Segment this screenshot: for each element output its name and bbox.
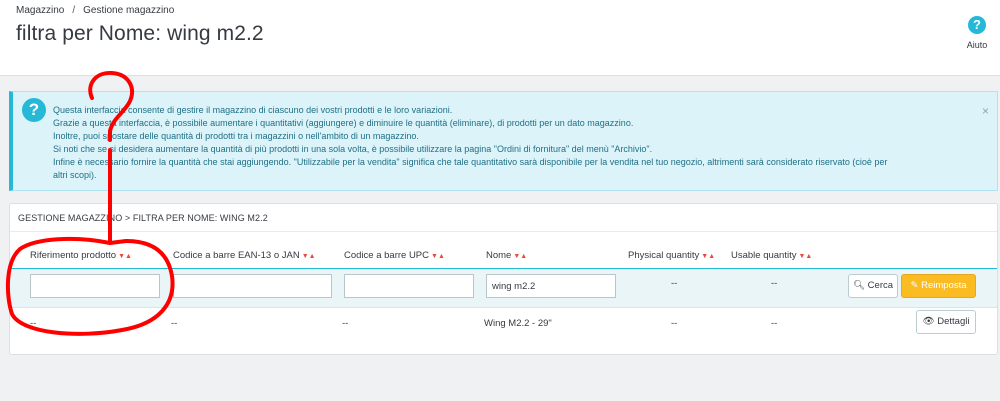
sort-arrows-icon[interactable]: ▼▲ [513, 253, 527, 260]
filter-physical-value: -- [671, 278, 678, 289]
column-header-ean13[interactable]: Codice a barre EAN-13 o JAN ▼▲ [173, 250, 316, 261]
eraser-icon: ✎ [910, 280, 919, 291]
info-line: Questa interfaccia consente di gestire i… [53, 105, 453, 115]
filter-upc-input[interactable] [344, 274, 474, 298]
sort-arrows-icon[interactable]: ▼▲ [118, 253, 132, 260]
cell-ean13: -- [171, 318, 178, 329]
reset-button[interactable]: ✎ Reimposta [901, 274, 976, 298]
info-alert: ? Questa interfaccia consente di gestire… [9, 91, 998, 191]
search-label: Cerca [867, 280, 894, 291]
column-label: Nome [486, 250, 512, 261]
page-title: filtra per Nome: wing m2.2 [16, 22, 264, 45]
sort-arrows-icon[interactable]: ▼▲ [302, 253, 316, 260]
column-header-upc[interactable]: Codice a barre UPC ▼▲ [344, 250, 445, 261]
breadcrumb-current: Gestione magazzino [83, 5, 175, 16]
question-circle-icon: ? [22, 98, 46, 122]
info-line: Grazie a questa interfaccia, è possibile… [53, 118, 634, 128]
search-button[interactable]: 🔍︎ Cerca [848, 274, 898, 298]
cell-usable: -- [771, 318, 778, 329]
question-circle-icon: ? [968, 16, 986, 34]
column-label: Codice a barre EAN-13 o JAN [173, 250, 300, 261]
info-line: altri scopi). [53, 170, 97, 180]
column-header-physical[interactable]: Physical quantity ▼▲ [628, 250, 715, 261]
column-header-name[interactable]: Nome ▼▲ [486, 250, 527, 261]
column-header-usable[interactable]: Usable quantity ▼▲ [731, 250, 812, 261]
reset-label: Reimposta [921, 280, 967, 291]
filter-name-input[interactable] [486, 274, 616, 298]
cell-upc: -- [342, 318, 349, 329]
help-label: Aiuto [966, 40, 988, 50]
sort-arrows-icon[interactable]: ▼▲ [701, 253, 715, 260]
info-text: Questa interfaccia consente di gestire i… [53, 104, 973, 182]
info-line: Si noti che se si desidera aumentare la … [53, 144, 653, 154]
column-header-reference[interactable]: Riferimento prodotto ▼▲ [30, 250, 132, 261]
column-label: Codice a barre UPC [344, 250, 430, 261]
close-icon[interactable]: × [982, 104, 989, 118]
filter-ean13-input[interactable] [173, 274, 332, 298]
eye-icon: 👁︎ [922, 316, 935, 327]
column-label: Usable quantity [731, 250, 797, 261]
search-icon: 🔍︎ [852, 280, 866, 291]
column-label: Riferimento prodotto [30, 250, 117, 261]
breadcrumb-separator: / [72, 5, 76, 16]
sort-arrows-icon[interactable]: ▼▲ [798, 253, 812, 260]
page-header: Magazzino / Gestione magazzino filtra per … [0, 0, 1000, 76]
column-label: Physical quantity [628, 250, 700, 261]
info-line: Inoltre, puoi spostare delle quantità di… [53, 131, 419, 141]
filter-reference-input[interactable] [30, 274, 160, 298]
cell-physical: -- [671, 318, 678, 329]
cell-name: Wing M2.2 - 29" [484, 318, 552, 329]
info-line: Infine è necessario fornire la quantità … [53, 157, 888, 167]
panel-heading: GESTIONE MAGAZZINO > FILTRA PER NOME: WI… [18, 213, 268, 223]
sort-arrows-icon[interactable]: ▼▲ [431, 253, 445, 260]
breadcrumb: Magazzino / Gestione magazzino [16, 5, 174, 16]
filter-usable-value: -- [771, 278, 778, 289]
stock-panel: GESTIONE MAGAZZINO > FILTRA PER NOME: WI… [9, 203, 998, 355]
details-button[interactable]: 👁︎ Dettagli [916, 310, 976, 334]
divider [10, 231, 997, 232]
row-divider [10, 307, 997, 308]
cell-reference: -- [30, 318, 37, 329]
breadcrumb-root[interactable]: Magazzino [16, 5, 64, 16]
help-button[interactable]: ? Aiuto [960, 16, 994, 50]
details-label: Dettagli [937, 316, 970, 327]
